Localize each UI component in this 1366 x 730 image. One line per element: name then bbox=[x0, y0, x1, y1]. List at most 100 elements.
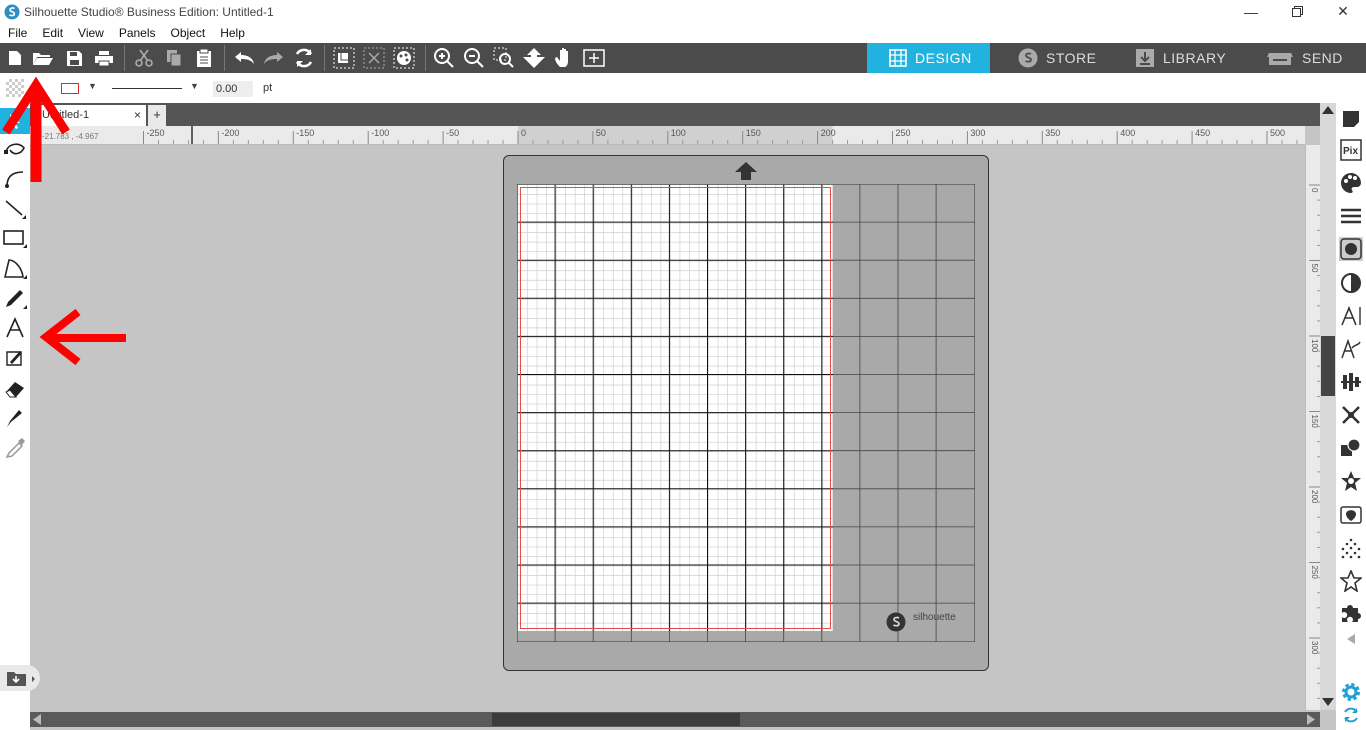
eraser-tool[interactable] bbox=[3, 376, 27, 400]
menu-edit[interactable]: Edit bbox=[34, 26, 70, 40]
offset-panel-button[interactable] bbox=[1339, 503, 1363, 527]
menu-panels[interactable]: Panels bbox=[111, 26, 163, 40]
sync-icon bbox=[1344, 707, 1358, 723]
text-style-panel-button[interactable] bbox=[1339, 304, 1363, 328]
pencil-tool[interactable] bbox=[3, 286, 27, 310]
scroll-right-arrow-icon[interactable] bbox=[1306, 714, 1316, 725]
settings-button[interactable] bbox=[1339, 680, 1363, 704]
pencil-icon bbox=[6, 290, 27, 309]
rectangle-tool[interactable] bbox=[3, 226, 27, 250]
eyedropper-tool[interactable] bbox=[3, 436, 27, 460]
ruler-tick-label: 400 bbox=[1120, 128, 1135, 138]
cut-icon[interactable] bbox=[131, 45, 157, 71]
menu-help[interactable]: Help bbox=[212, 26, 252, 40]
text-path-icon bbox=[1341, 338, 1361, 359]
deselect-icon[interactable] bbox=[361, 45, 387, 71]
brush-tool[interactable] bbox=[3, 406, 27, 430]
tab-send[interactable]: SEND bbox=[1238, 43, 1366, 73]
text-to-path-panel-button[interactable] bbox=[1339, 337, 1363, 361]
star-shape-panel-button[interactable] bbox=[1339, 569, 1363, 593]
document-tab-row: Untitled-1 × + bbox=[30, 103, 1320, 126]
ruler-tick-label: 100 bbox=[671, 128, 686, 138]
redo-icon[interactable] bbox=[261, 45, 287, 71]
svg-text:Pix: Pix bbox=[1343, 146, 1358, 157]
hand-pan-icon[interactable] bbox=[551, 45, 577, 71]
select-all-icon[interactable] bbox=[331, 45, 357, 71]
horizontal-scrollbar[interactable] bbox=[30, 712, 1320, 727]
fit-to-page-icon[interactable] bbox=[581, 45, 607, 71]
print-icon[interactable] bbox=[91, 45, 117, 71]
drag-page-icon[interactable] bbox=[521, 45, 547, 71]
knife-tool[interactable] bbox=[3, 346, 27, 370]
sync-button[interactable] bbox=[1339, 703, 1363, 727]
ruler-tick-label: 500 bbox=[1270, 128, 1285, 138]
page-icon bbox=[1343, 111, 1359, 127]
ruler-tick-label: 300 bbox=[970, 128, 985, 138]
page-setup-panel-button[interactable] bbox=[1339, 107, 1363, 131]
text-tool[interactable] bbox=[3, 316, 27, 340]
library-drawer-button[interactable] bbox=[0, 665, 40, 691]
right-panel-bar: Pix bbox=[1336, 103, 1366, 730]
tab-store[interactable]: STORE bbox=[990, 43, 1113, 73]
undo-icon[interactable] bbox=[231, 45, 257, 71]
modify-panel-button[interactable] bbox=[1339, 436, 1363, 460]
zoom-out-icon[interactable] bbox=[461, 45, 487, 71]
new-document-icon[interactable] bbox=[2, 45, 28, 71]
offset-icon bbox=[1340, 506, 1362, 524]
horizontal-scroll-thumb[interactable] bbox=[492, 713, 740, 726]
folder-download-icon bbox=[7, 672, 35, 686]
select-by-color-icon[interactable] bbox=[391, 45, 417, 71]
trace-panel-button[interactable] bbox=[1339, 536, 1363, 560]
text-style-icon bbox=[1341, 305, 1361, 326]
menu-file[interactable]: File bbox=[0, 26, 34, 40]
open-folder-icon[interactable] bbox=[30, 45, 56, 71]
maximize-button[interactable] bbox=[1274, 0, 1320, 23]
menu-object[interactable]: Object bbox=[163, 26, 213, 40]
line-style-panel-button[interactable] bbox=[1339, 204, 1363, 228]
close-button[interactable]: ✕ bbox=[1320, 0, 1366, 23]
stroke-width-input[interactable]: 0.00 bbox=[213, 81, 253, 97]
eraser-pad-icon bbox=[6, 351, 22, 366]
ruler-tick-label: 50 bbox=[596, 128, 606, 138]
pix-icon: Pix bbox=[1340, 139, 1362, 161]
contrast-panel-button[interactable] bbox=[1339, 271, 1363, 295]
minimize-button[interactable]: — bbox=[1228, 0, 1274, 23]
tab-library[interactable]: LIBRARY bbox=[1113, 43, 1238, 73]
pixscan-panel-button[interactable]: Pix bbox=[1339, 138, 1363, 162]
line-style-dropdown-icon[interactable]: ▼ bbox=[190, 81, 199, 91]
redraw-icon[interactable] bbox=[291, 45, 317, 71]
tab-design[interactable]: DESIGN bbox=[867, 43, 990, 73]
replicate-panel-button[interactable] bbox=[1339, 403, 1363, 427]
scroll-up-arrow-icon[interactable] bbox=[1322, 105, 1334, 115]
document-tab-close-button[interactable]: × bbox=[134, 108, 141, 122]
menu-view[interactable]: View bbox=[70, 26, 111, 40]
panel-collapse-arrow[interactable] bbox=[1339, 627, 1363, 651]
ruler-tick-label: 250 bbox=[896, 128, 911, 138]
image-effects-panel-button[interactable] bbox=[1339, 237, 1363, 261]
scroll-left-arrow-icon[interactable] bbox=[32, 714, 42, 725]
line-style-preview[interactable] bbox=[112, 88, 182, 89]
image-effect-icon bbox=[1340, 238, 1362, 260]
line-tool[interactable] bbox=[3, 196, 27, 220]
ruler-tick-label: 200 bbox=[821, 128, 836, 138]
main-toolbar: DESIGN STORE LIBRARY SEND bbox=[0, 43, 1366, 73]
polygon-tool[interactable] bbox=[3, 256, 27, 280]
add-document-tab-button[interactable]: + bbox=[148, 105, 166, 126]
vertical-scrollbar[interactable] bbox=[1320, 103, 1336, 710]
align-panel-button[interactable] bbox=[1339, 370, 1363, 394]
zoom-select-icon[interactable] bbox=[491, 45, 517, 71]
paste-icon[interactable] bbox=[191, 45, 217, 71]
puzzle-panel-button[interactable] bbox=[1339, 601, 1363, 625]
star-badge-icon bbox=[1341, 471, 1361, 491]
cutter-icon bbox=[1267, 53, 1293, 65]
save-icon[interactable] bbox=[61, 45, 87, 71]
ruler-tick-label: 450 bbox=[1195, 128, 1210, 138]
zoom-in-icon[interactable] bbox=[431, 45, 457, 71]
ruler-tick-label: -250 bbox=[147, 128, 165, 138]
line-color-dropdown-icon[interactable]: ▼ bbox=[88, 81, 97, 91]
fill-panel-button[interactable] bbox=[1339, 171, 1363, 195]
scroll-down-arrow-icon[interactable] bbox=[1322, 697, 1334, 707]
favorites-panel-button[interactable] bbox=[1339, 469, 1363, 493]
copy-icon[interactable] bbox=[161, 45, 187, 71]
vertical-scroll-thumb[interactable] bbox=[1321, 336, 1335, 396]
